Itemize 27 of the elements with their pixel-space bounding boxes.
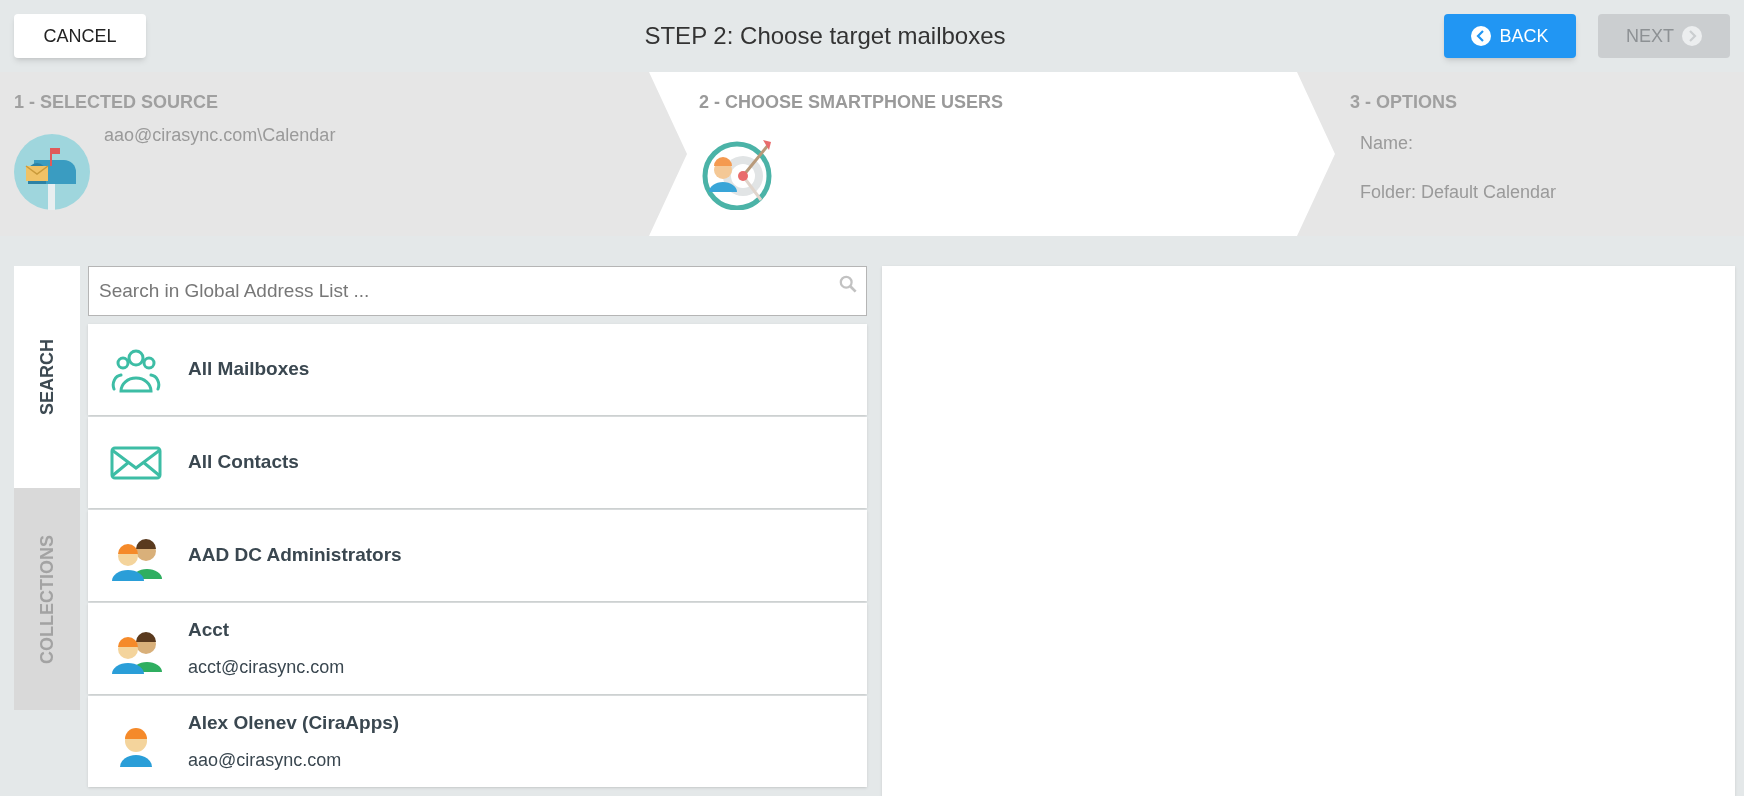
mailbox-icon — [14, 134, 90, 210]
step-title: 3 - OPTIONS — [1350, 91, 1458, 114]
item-email: aao@cirasync.com — [188, 749, 343, 773]
step-detail: Folder: Default Calendar — [1360, 181, 1557, 204]
item-name: Acct — [188, 617, 231, 642]
envelope-icon — [110, 445, 162, 480]
search-icon — [839, 275, 857, 293]
step-detail: aao@cirasync.com\Calendar — [104, 124, 336, 147]
cancel-button[interactable]: CANCEL — [14, 14, 146, 58]
step-title: 1 - SELECTED SOURCE — [14, 91, 220, 114]
side-tab[interactable]: SEARCH — [14, 266, 80, 488]
list-item[interactable]: All Contacts — [88, 417, 867, 508]
step-detail: Name: — [1360, 132, 1414, 155]
list-item[interactable]: AAD DC Administrators — [88, 510, 867, 601]
item-name: Alex Olenev (CiraApps) — [188, 710, 400, 735]
item-name: All Mailboxes — [188, 357, 310, 382]
item-name: All Contacts — [188, 450, 299, 475]
chevron-left-icon — [1471, 26, 1492, 46]
search-field[interactable]: Search in Global Address List ... — [88, 266, 867, 316]
page-title: STEP 2: Choose target mailboxes — [644, 21, 1006, 51]
item-email: acct@cirasync.com — [188, 656, 345, 680]
list-item[interactable]: All Mailboxes — [88, 324, 867, 415]
step-title: 2 - CHOOSE SMARTPHONE USERS — [699, 91, 1005, 114]
list-item[interactable]: Acct acct@cirasync.com — [88, 603, 867, 694]
chevron-right-icon — [1682, 26, 1702, 46]
list-item[interactable]: Alex Olenev (CiraApps) aao@cirasync.com — [88, 696, 867, 787]
item-name: AAD DC Administrators — [188, 543, 402, 568]
